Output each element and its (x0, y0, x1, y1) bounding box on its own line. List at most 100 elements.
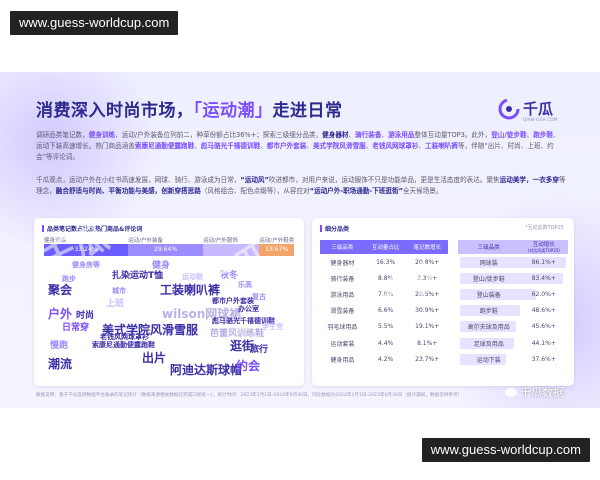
paragraph-run: 、运动/户外装备位列前二，种草份额占比36%+；探索三级细分品类， (115, 131, 323, 139)
paragraph-run: 索康尼通勤便露跑鞋 (134, 142, 195, 150)
insight-paragraph-2: 千瓜观点，运动户外在小红书高速发展，网球、骑行、游泳成为日常，“运动风”吹进都市… (36, 175, 566, 197)
table-cell: 高尔夫球及用品 (467, 324, 510, 332)
paragraph-run: 工装喇叭裤 (425, 142, 458, 150)
table-cell: 48.6%+ (531, 307, 556, 315)
paragraph-run: 运动美学，一衣多穿 (499, 176, 559, 184)
word-cloud-term: 运动鞋 (182, 273, 203, 281)
insight-paragraph-1: 调研品类笔记数，健身训练、运动/户外装备位列前二，种草份额占比36%+；探索三级… (36, 130, 566, 163)
word-cloud-term: 健身 (152, 261, 171, 271)
word-cloud: 健身房等 扎染运动T恤 聚会 工装喇叭裤 wilson网球裙 户外 上班 城市 日常穿 美式学院风… (42, 260, 296, 380)
table-row: 登山装备 62.0%+ (458, 286, 568, 302)
word-cloud-term: 时尚 (76, 311, 95, 321)
weibo-icon (505, 388, 517, 397)
word-cloud-term: 学生党 (262, 323, 283, 331)
word-cloud-term: 上班 (106, 299, 125, 309)
word-cloud-term: 聚会 (48, 283, 73, 297)
word-cloud-term: 办公室 (238, 305, 259, 313)
paragraph-run: 千瓜观点，运动户外在小红书高速发展，网球、骑行、游泳成为日常， (36, 176, 241, 184)
paragraph-run: 健身器材 (322, 131, 349, 139)
paragraph-run: 、 (260, 142, 267, 150)
table-cell: 62.0%+ (531, 290, 556, 298)
word-cloud-term: 旅行 (250, 345, 269, 355)
table-cell: 45.6%+ (531, 323, 556, 331)
share-bar-value-label: 33.24% (74, 246, 98, 253)
word-cloud-term: 日常穿 (62, 323, 90, 333)
category-share-panel: 品类笔记数占比及热门商品&评论词 健身训练 33.24% 运动/户外装备 29.64%… (34, 218, 304, 386)
headline: 消费深入时尚市场，「运动潮」走进日常 (36, 96, 343, 121)
word-cloud-term: 都市户外套装 (212, 297, 254, 305)
paragraph-run: 骑行装备 (355, 131, 382, 139)
panel-title-left: 品类笔记数占比及热门商品&评论词 (42, 224, 142, 233)
headline-part3: 走进日常 (272, 101, 343, 121)
word-cloud-term: 复古 (252, 293, 266, 301)
growth-table-header-category: 三级品类 (458, 240, 520, 254)
share-bar-category-label: 运动/户外鞋类 (259, 238, 295, 244)
word-cloud-term: 阿迪达斯球帽 (170, 363, 243, 377)
headline-highlight: 「运动潮」 (193, 101, 273, 121)
table-row: 登山/徒步鞋 83.4%+ (458, 270, 568, 286)
share-bar-category-label: 运动/户外装备 (128, 238, 163, 244)
brand-logo: 千瓜 QIAN-GUA.COM (498, 94, 562, 128)
word-cloud-term: 跑步 (62, 275, 76, 283)
paragraph-run: 整体互动量TOP3。此外， (414, 131, 492, 139)
paragraph-run: 跑步鞋 (533, 131, 553, 139)
share-bar-value-label: 29.64% (154, 246, 178, 253)
paragraph-run: 都市户外套装 (266, 142, 307, 150)
paragraph-run: “运动户外-职场通勤-下班逛街” (309, 187, 403, 195)
word-cloud-term: 健身房等 (72, 261, 100, 269)
share-bar-category-label: 运动/户外服饰 (203, 238, 238, 244)
weibo-badge: 千瓜数据 (505, 384, 564, 400)
word-cloud-term: 芭蕾风训练鞋 (210, 329, 265, 339)
headline-part1: 消费深入时尚市场， (36, 101, 194, 121)
paragraph-run: 彪马骆光千禧德训鞋 (200, 142, 261, 150)
table-cell: 86.1%+ (531, 258, 556, 266)
interaction-growth-table: 三级品类 互动增长 (对比同类TOP25) 网球装 86.1%+ 登山/徒步鞋 83.4… (458, 240, 568, 367)
brand-sub: QIAN-GUA.COM (523, 117, 558, 122)
share-bar-segment (203, 244, 260, 256)
paragraph-run: 吹进都市，对用户来说，运动服饰不只是功能单品，更是生活态度的表达。聚焦 (268, 176, 500, 184)
paragraph-run: 登山/徒步鞋 (491, 131, 527, 139)
watermark-top: www.guess-worldcup.com (10, 11, 179, 35)
word-cloud-term: 约会 (236, 359, 261, 373)
growth-table-wrap: 三级品类 互动增长 (对比同类TOP25) 网球装 86.1%+ 登山/徒步鞋 83.4… (312, 218, 574, 386)
growth-table-header-value: 互动增长 (对比同类TOP25) (519, 240, 568, 254)
word-cloud-term: 潮流 (48, 357, 73, 371)
panel-title-left-text: 品类笔记数占比及热门商品&评论词 (47, 226, 143, 233)
table-cell: 足球及用品 (473, 340, 504, 348)
word-cloud-term: 乐高 (238, 281, 252, 289)
word-cloud-term: 老钱风网球罩衫 (100, 333, 149, 341)
paragraph-run: 游泳用品 (388, 131, 415, 139)
word-cloud-term: 慢跑 (50, 341, 69, 351)
word-cloud-term: 城市 (112, 287, 126, 295)
paragraph-run: 融合舒适与时尚、平衡功能与美感，创新穿搭思路 (55, 187, 201, 195)
report-slide: 消费深入时尚市场，「运动潮」走进日常 千瓜 QIAN-GUA.COM 调研品类笔… (0, 72, 600, 408)
brand-name: 千瓜 (523, 100, 554, 118)
table-row: 运动下装 37.6%+ (458, 351, 568, 367)
subcategory-panel: 细分品类 *互动总数TOP25 三级品类 互动量占比 笔记数增长 健身器材 16.3%… (312, 218, 574, 386)
paragraph-run: 全天候场景。 (402, 187, 443, 195)
paragraph-run: 、 (306, 142, 313, 150)
brand-logo-icon (498, 98, 520, 120)
table-cell: 37.6%+ (531, 355, 556, 363)
word-cloud-term: 工装喇叭裤 (160, 283, 221, 297)
table-cell: 登山/徒步鞋 (472, 275, 505, 283)
word-cloud-term: 户外 (48, 307, 73, 321)
paragraph-run: 调研品类笔记数， (36, 131, 89, 139)
share-bar-category-label: 健身训练 (44, 238, 67, 244)
paragraph-run: 美式学院风滑雪服 (312, 142, 366, 150)
table-row: 高尔夫球及用品 45.6%+ (458, 319, 568, 335)
table-cell: 83.4%+ (531, 274, 556, 282)
table-row: 跑步鞋 48.6%+ (458, 303, 568, 319)
weibo-label: 千瓜数据 (520, 386, 564, 399)
word-cloud-term: 索康尼通勤便露跑鞋 (92, 341, 155, 349)
watermark-bottom: www.guess-worldcup.com (421, 438, 590, 462)
data-footnote: 数据说明：基于千瓜品牌数据平台收录的笔记统计（数据来源相关数据已完成口径统一）。… (36, 393, 463, 398)
table-cell: 登山装备 (476, 291, 501, 299)
paragraph-run: 健身训练 (88, 131, 116, 139)
word-cloud-term: 扎染运动T恤 (112, 271, 164, 281)
paragraph-run: 老钱风网球罩衫 (372, 142, 419, 150)
table-row: 网球装 86.1%+ (458, 254, 568, 270)
table-cell: 44.1%+ (531, 339, 556, 347)
table-row: 足球及用品 44.1%+ (458, 335, 568, 351)
word-cloud-term: 出片 (142, 351, 167, 365)
